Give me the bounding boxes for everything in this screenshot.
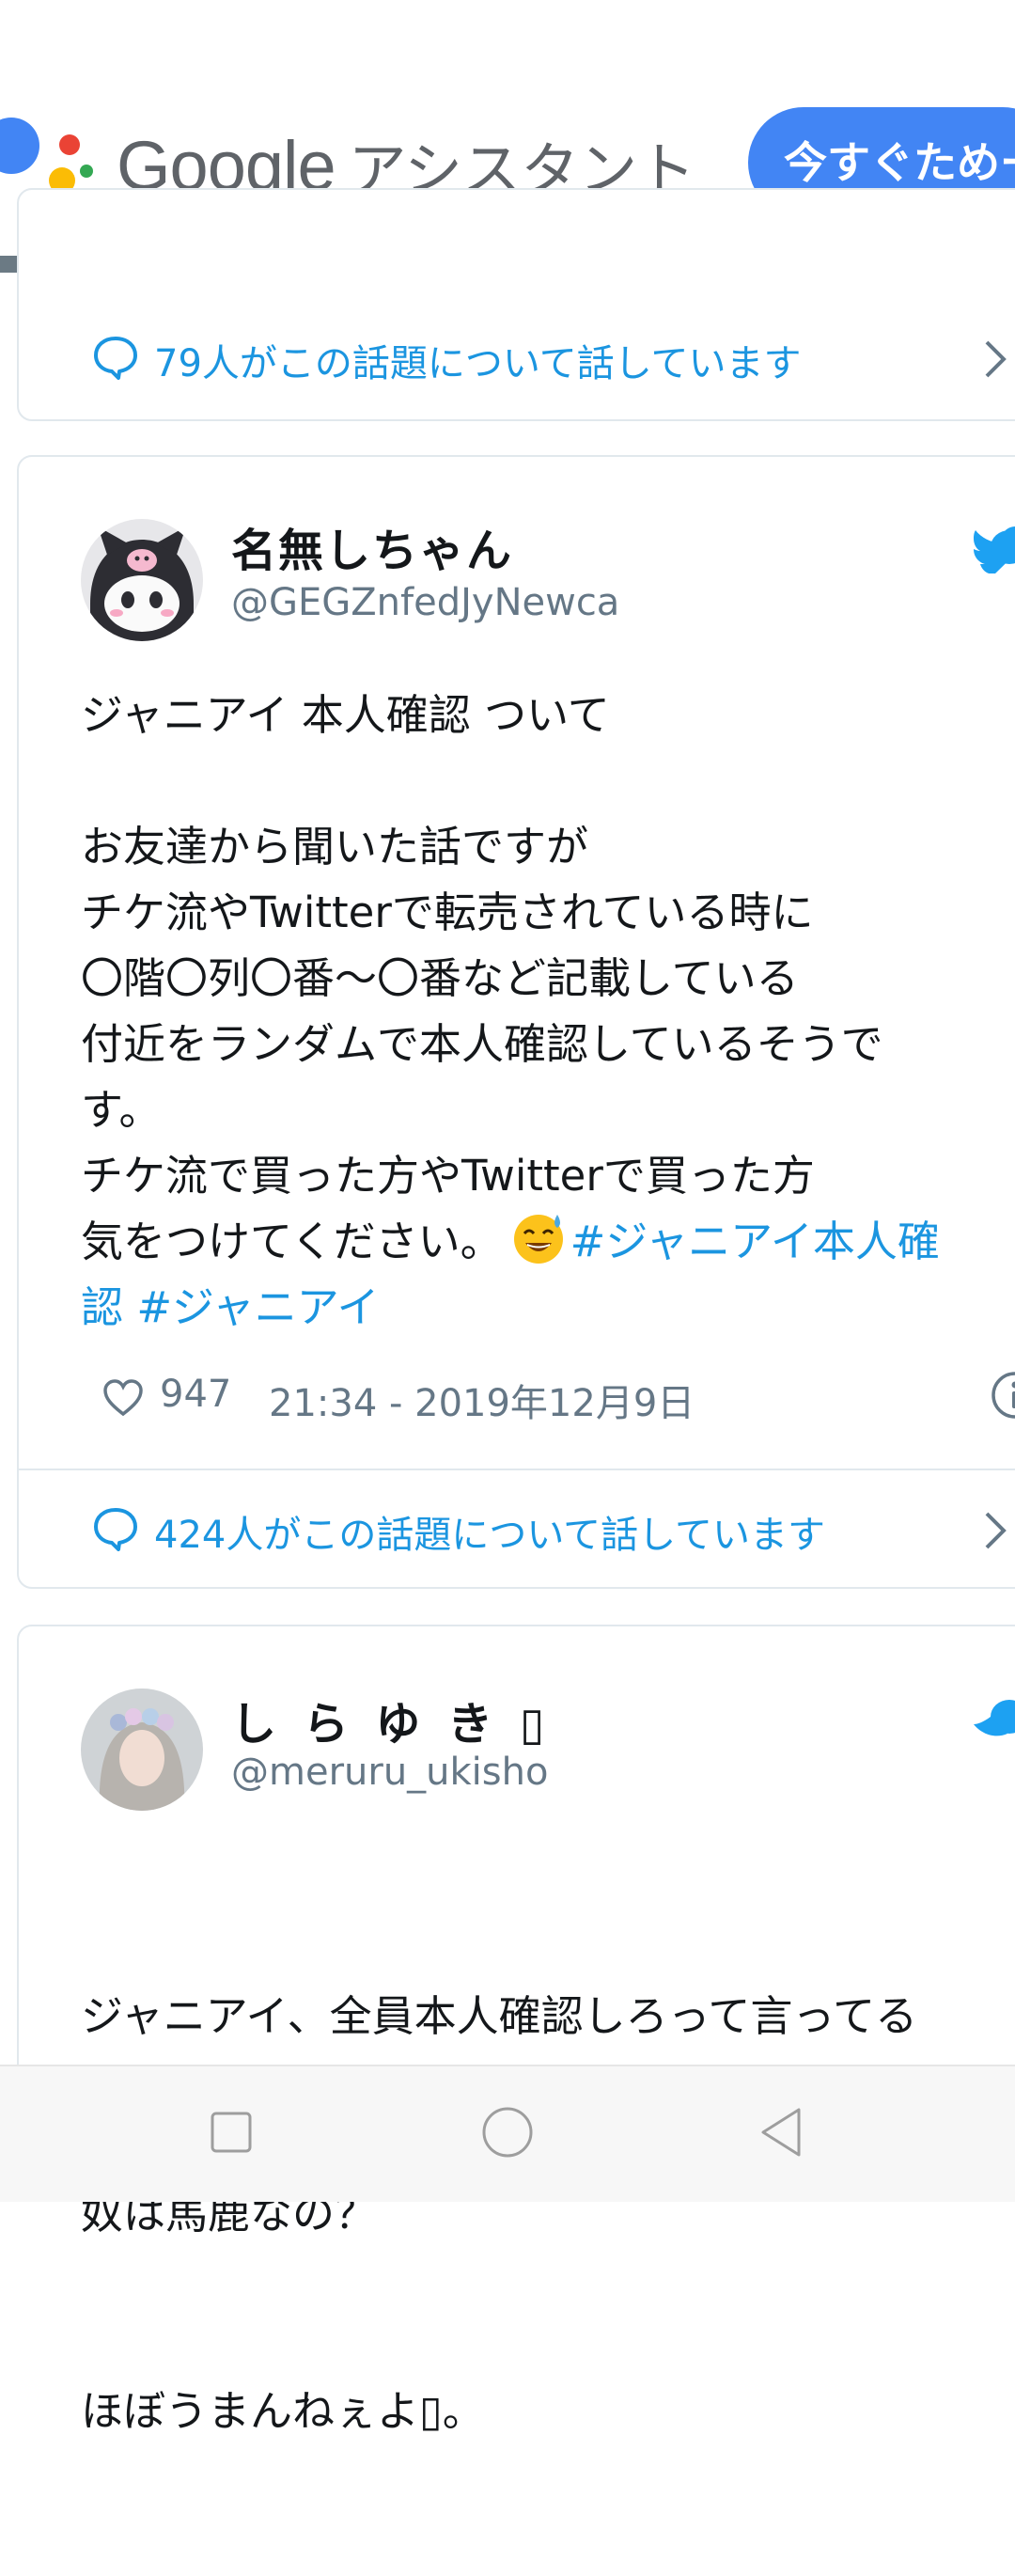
chevron-right-icon bbox=[981, 1510, 1009, 1551]
like-count: 947 bbox=[160, 1373, 231, 1416]
tweet-line: 気をつけてください。 bbox=[81, 1217, 503, 1266]
tweet-timestamp[interactable]: 21:34 - 2019年12月9日 bbox=[269, 1373, 695, 1427]
avatar[interactable] bbox=[81, 1689, 203, 1811]
twitter-bird-icon[interactable] bbox=[974, 526, 1015, 573]
talk-link-text: 424人がこの話題について話しています bbox=[154, 1504, 825, 1559]
twitter-bird-icon[interactable] bbox=[974, 1696, 1015, 1743]
triangle-back-icon[interactable] bbox=[757, 2104, 804, 2160]
user-photo-avatar-icon bbox=[81, 1689, 203, 1811]
hashtag-link[interactable]: #ジャニアイ本人確 bbox=[570, 1217, 940, 1266]
tweet-line: ジャニアイ、全員本人確認しろって言ってる bbox=[81, 1984, 1015, 2050]
heart-icon[interactable] bbox=[102, 1378, 145, 1418]
tweet-line: ジャニアイ 本人確認 ついて bbox=[81, 683, 1015, 748]
tweet-line: 付近をランダムで本人確認しているそうで bbox=[81, 1012, 1015, 1077]
talk-link-row[interactable]: 424人がこの話題について話しています bbox=[19, 1469, 1015, 1591]
user-handle[interactable]: @GEGZnfedJyNewca bbox=[231, 581, 619, 624]
tweet-line: お友達から聞いた話ですが bbox=[81, 814, 1015, 880]
hashtag-link[interactable]: #ジャニアイ bbox=[136, 1282, 379, 1332]
display-name[interactable]: 名無しちゃん bbox=[231, 513, 513, 579]
tweet-line-tags: 認 #ジャニアイ bbox=[81, 1275, 1015, 1341]
display-name[interactable]: し ら ゆ き ▯ bbox=[231, 1687, 550, 1752]
speech-bubble-icon bbox=[92, 335, 139, 380]
avatar[interactable] bbox=[81, 519, 203, 641]
tweet-line: す。 bbox=[81, 1077, 1015, 1143]
kuromi-avatar-icon bbox=[81, 519, 203, 641]
tweet-line: ほぼうまんねぇよ▯。 bbox=[81, 2379, 1015, 2444]
tweet-text: ジャニアイ、全員本人確認しろって言ってる 奴は馬鹿なの？ ほぼうまんねぇよ▯。 bbox=[81, 1852, 1015, 2576]
square-nav-icon[interactable] bbox=[209, 2110, 254, 2155]
circle-nav-icon[interactable] bbox=[479, 2104, 536, 2160]
tweet-text: ジャニアイ 本人確認 ついてお友達から聞いた話ですがチケ流やTwitterで転売… bbox=[81, 683, 1015, 1341]
system-navigation-bar bbox=[0, 2065, 1015, 2202]
speech-bubble-icon bbox=[92, 1506, 139, 1551]
grinning-sweat-emoji-icon bbox=[510, 1209, 567, 1265]
tweet-card[interactable]: 名無しちゃん @GEGZnfedJyNewca ジャニアイ 本人確認 ついてお友… bbox=[17, 455, 1015, 1589]
hashtag-link-cont[interactable]: 認 bbox=[81, 1282, 123, 1332]
user-handle[interactable]: @meruru_ukisho bbox=[231, 1751, 548, 1794]
tweet-line: 〇階〇列〇番〜〇番など記載している bbox=[81, 946, 1015, 1012]
tweet-line bbox=[81, 748, 1015, 814]
info-icon[interactable] bbox=[991, 1371, 1015, 1420]
tweet-line: チケ流やTwitterで転売されている時に bbox=[81, 880, 1015, 946]
tweet-card-partial: 79人がこの話題について話しています bbox=[17, 188, 1015, 421]
talk-link-row[interactable]: 79人がこの話題について話しています bbox=[19, 299, 1015, 419]
tweet-line: チケ流で買った方やTwitterで買った方 bbox=[81, 1143, 1015, 1209]
talk-link-text: 79人がこの話題について話しています bbox=[154, 333, 802, 387]
tweet-line-last: 気をつけてください。 #ジャニアイ本人確 bbox=[81, 1209, 1015, 1275]
chevron-right-icon bbox=[981, 338, 1009, 380]
